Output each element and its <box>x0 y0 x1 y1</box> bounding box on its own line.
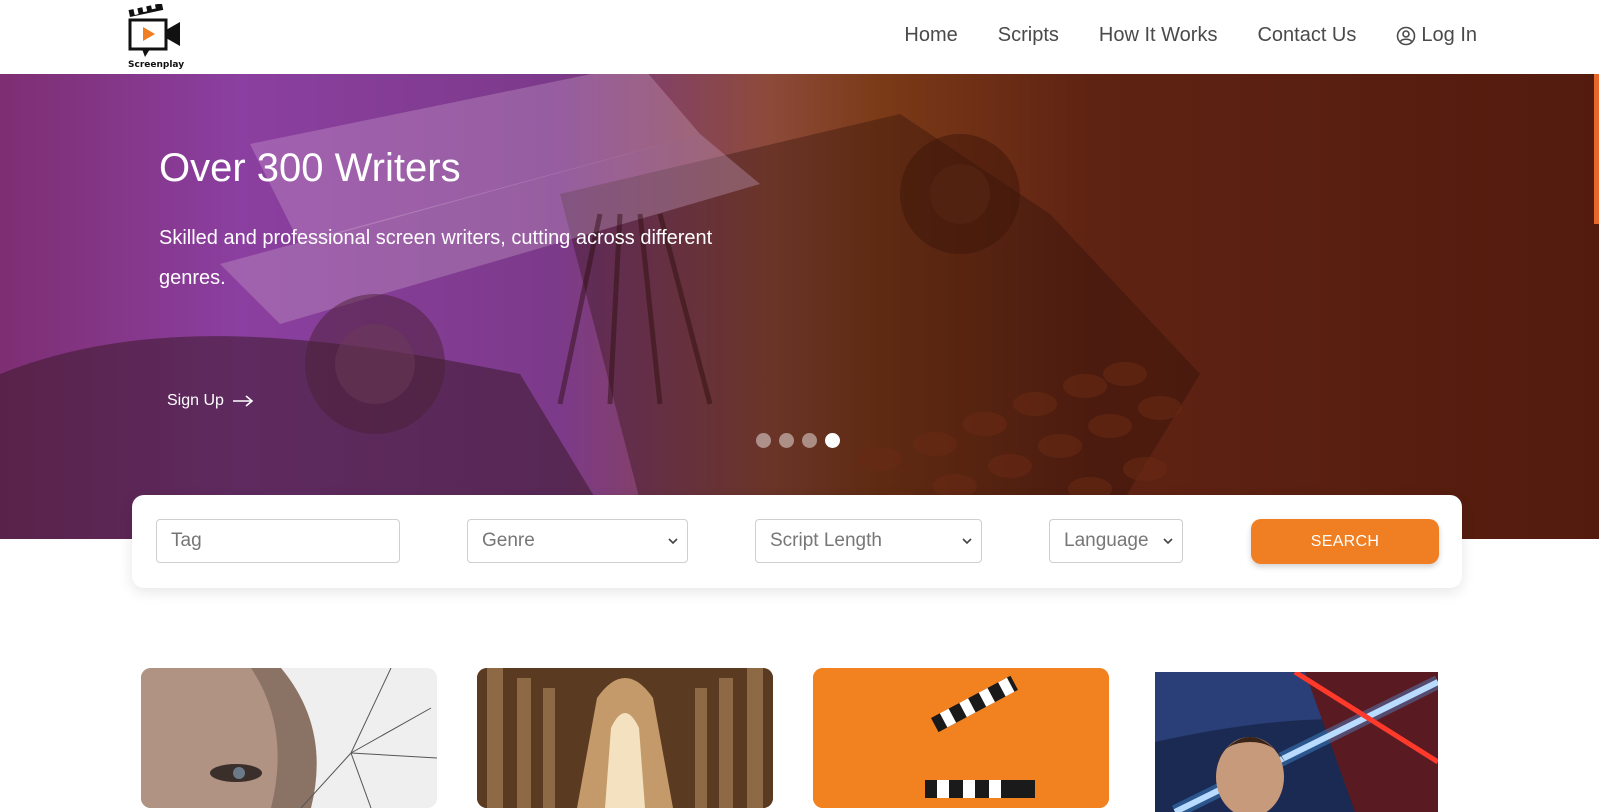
script-card-1[interactable] <box>141 668 437 808</box>
script-length-select-value: Script Length <box>770 530 882 551</box>
script-card-image-1 <box>141 668 437 808</box>
hero-subtitle: Skilled and professional screen writers,… <box>159 227 713 289</box>
carousel-dot-3[interactable] <box>802 433 817 448</box>
user-circle-icon <box>1397 26 1416 45</box>
search-button[interactable]: SEARCH <box>1251 519 1439 564</box>
nav-home[interactable]: Home <box>904 24 957 47</box>
carousel-dot-2[interactable] <box>779 433 794 448</box>
language-select-value: Language <box>1064 530 1149 551</box>
script-card-3[interactable] <box>813 668 1109 808</box>
typewriter-image <box>0 74 1200 539</box>
nav-login-label: Log In <box>1421 24 1477 46</box>
script-card-2[interactable] <box>477 668 773 808</box>
film-camera-icon <box>128 1 180 57</box>
chevron-down-icon <box>1163 538 1173 545</box>
language-select[interactable]: Language <box>1049 519 1183 563</box>
genre-select-value: Genre <box>482 530 535 551</box>
chevron-down-icon <box>962 538 972 545</box>
scrollbar-thumb[interactable] <box>1594 74 1599 224</box>
script-card-image-2 <box>477 668 773 808</box>
hero-title: Over 300 Writers <box>159 146 461 190</box>
hero-carousel: Over 300 Writers Skilled and professiona… <box>0 74 1599 539</box>
script-search-bar: Genre Script Length Language SEARCH <box>132 495 1462 588</box>
brand-name: Screenplay <box>128 60 185 70</box>
site-header: Screenplay Home Scripts How It Works Con… <box>0 0 1599 74</box>
carousel-dot-1[interactable] <box>756 433 771 448</box>
script-length-select[interactable]: Script Length <box>755 519 982 563</box>
script-card-4[interactable] <box>1155 672 1438 812</box>
nav-scripts[interactable]: Scripts <box>998 24 1059 47</box>
signup-label: Sign Up <box>167 392 224 409</box>
tag-input[interactable] <box>156 519 400 563</box>
carousel-indicators <box>756 433 848 448</box>
nav-login[interactable]: Log In <box>1396 24 1477 47</box>
arrow-right-icon <box>232 395 254 407</box>
signup-link[interactable]: Sign Up <box>167 392 254 410</box>
nav-contact-us[interactable]: Contact Us <box>1257 24 1356 47</box>
genre-select[interactable]: Genre <box>467 519 688 563</box>
main-nav: Home Scripts How It Works Contact Us Log… <box>864 24 1477 47</box>
brand-logo[interactable]: Screenplay <box>128 1 188 72</box>
carousel-dot-4[interactable] <box>825 433 840 448</box>
nav-how-it-works[interactable]: How It Works <box>1099 24 1218 47</box>
chevron-down-icon <box>668 538 678 545</box>
clapperboard-icon <box>813 668 1109 808</box>
script-card-image-4 <box>1155 672 1438 812</box>
